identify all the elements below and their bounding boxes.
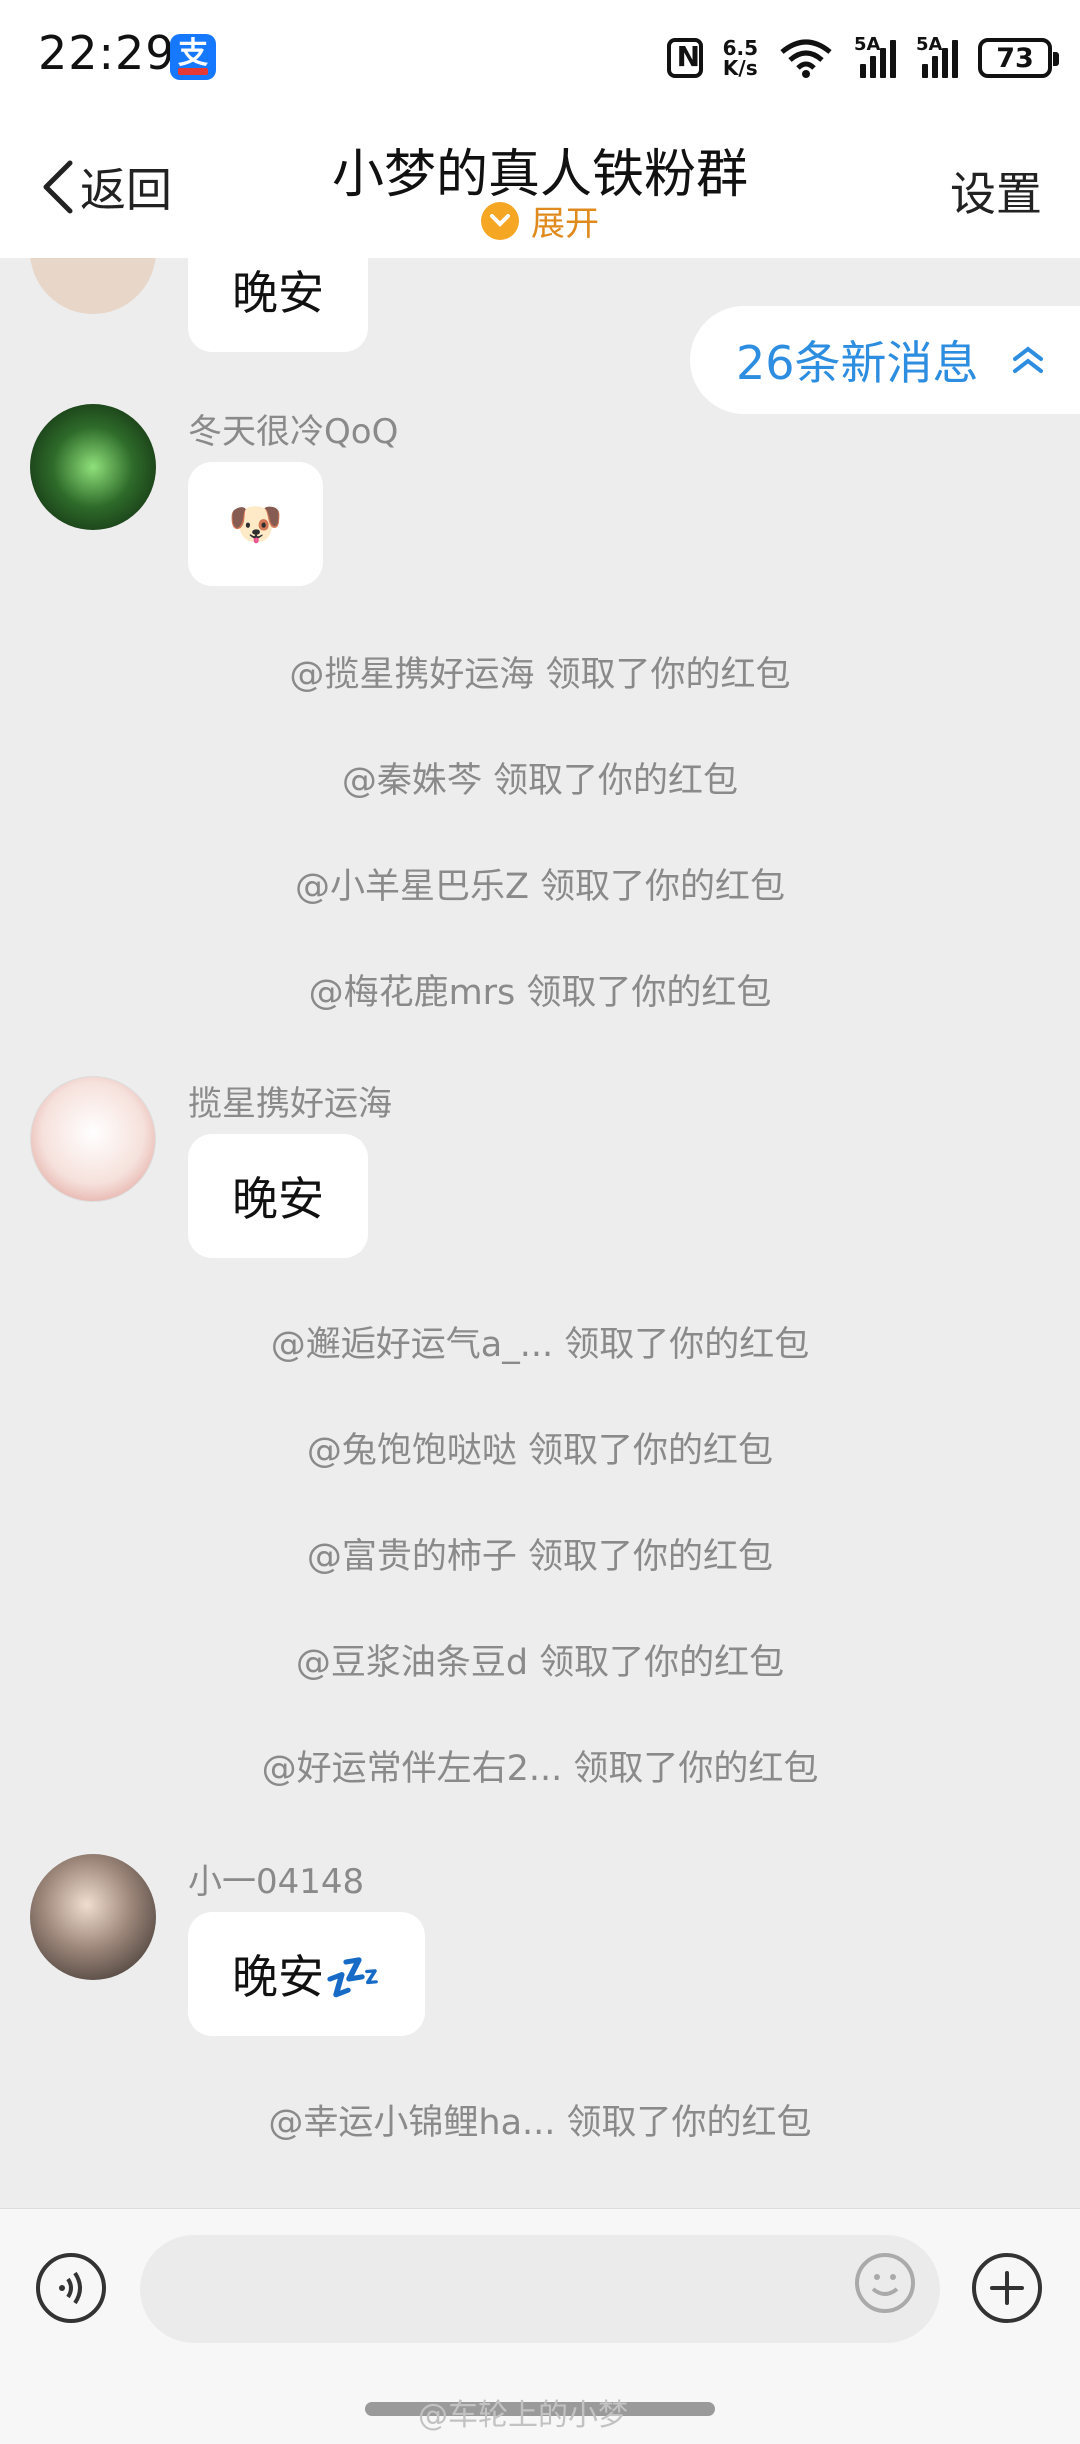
- sender-name: 揽星携好运海: [188, 1084, 392, 1124]
- avatar[interactable]: [30, 1854, 156, 1980]
- system-message: @好运常伴左右2... 领取了你的红包: [261, 1749, 819, 1789]
- new-messages-button[interactable]: 26条新消息: [690, 306, 1080, 414]
- system-message: @富贵的柿子 领取了你的红包: [306, 1537, 774, 1577]
- signal-icon-1: 5A: [854, 34, 896, 78]
- emoji-button[interactable]: [855, 2253, 915, 2313]
- avatar[interactable]: [30, 258, 156, 314]
- system-message: @兔饱饱哒哒 领取了你的红包: [306, 1431, 774, 1471]
- watermark: @车轮上的小梦: [418, 2398, 628, 2433]
- voice-icon: [59, 2271, 82, 2305]
- system-message: @揽星携好运海 领取了你的红包: [289, 655, 791, 695]
- status-icons: 6.5 K/s 5A 5A 73: [666, 34, 1059, 82]
- settings-button[interactable]: 设置: [950, 158, 1042, 224]
- alipay-icon: 支: [170, 34, 216, 80]
- signal-icon-2: 5A: [916, 34, 958, 78]
- status-time: 22:29: [38, 26, 176, 80]
- voice-button[interactable]: [36, 2253, 106, 2323]
- smiley-icon: [871, 2274, 899, 2296]
- system-message: @梅花鹿mrs 领取了你的红包: [308, 973, 772, 1013]
- signal-label-2: 5A: [916, 34, 943, 55]
- expand-button[interactable]: 展开: [0, 196, 1080, 245]
- double-chevron-up-icon: [1012, 346, 1043, 373]
- system-message: @邂逅好运气a_... 领取了你的红包: [270, 1325, 810, 1365]
- message-input[interactable]: [140, 2235, 940, 2343]
- signal-label-1: 5A: [854, 34, 881, 55]
- system-message: @秦姝芩 领取了你的红包: [341, 761, 739, 801]
- new-messages-label: 26条新消息: [736, 336, 979, 390]
- expand-label: 展开: [531, 204, 599, 244]
- nfc-icon: [666, 38, 703, 78]
- network-speed-value: 6.5: [722, 36, 758, 60]
- add-button[interactable]: [972, 2253, 1042, 2323]
- avatar[interactable]: [30, 404, 156, 530]
- message-bubble[interactable]: 晚安: [188, 258, 368, 352]
- wifi-icon: [780, 39, 832, 78]
- battery-level: 73: [996, 42, 1034, 74]
- plus-icon: [990, 2271, 1024, 2305]
- system-message: @幸运小锦鲤ha... 领取了你的红包: [268, 2103, 812, 2143]
- avatar[interactable]: [30, 1076, 156, 1202]
- system-message: @小羊星巴乐Z 领取了你的红包: [294, 867, 786, 907]
- chevron-down-icon: [481, 201, 519, 240]
- message-bubble[interactable]: 晚安💤: [188, 1912, 426, 2036]
- chat-header: 返回 小梦的真人铁粉群 展开 设置: [0, 112, 1080, 258]
- message-bubble[interactable]: 晚安: [188, 1134, 368, 1258]
- sender-name: 冬天很冷QoQ: [188, 412, 399, 452]
- sender-name: 小一04148: [188, 1862, 365, 1902]
- chat-messages[interactable]: 晚安 26条新消息 冬天很冷QoQ 🐶 @揽星携好运海 领取了你的红包 @秦姝芩…: [0, 258, 1080, 2208]
- network-speed: 6.5 K/s: [723, 38, 758, 78]
- system-message: @豆浆油条豆d 领取了你的红包: [295, 1643, 785, 1683]
- network-speed-unit: K/s: [722, 56, 758, 80]
- battery-icon: 73: [978, 38, 1059, 78]
- status-bar: 22:29 支 6.5 K/s 5A 5A 73: [0, 0, 1080, 112]
- emoji-message-bubble[interactable]: 🐶: [188, 462, 323, 586]
- doge-emoji: 🐶: [228, 499, 283, 550]
